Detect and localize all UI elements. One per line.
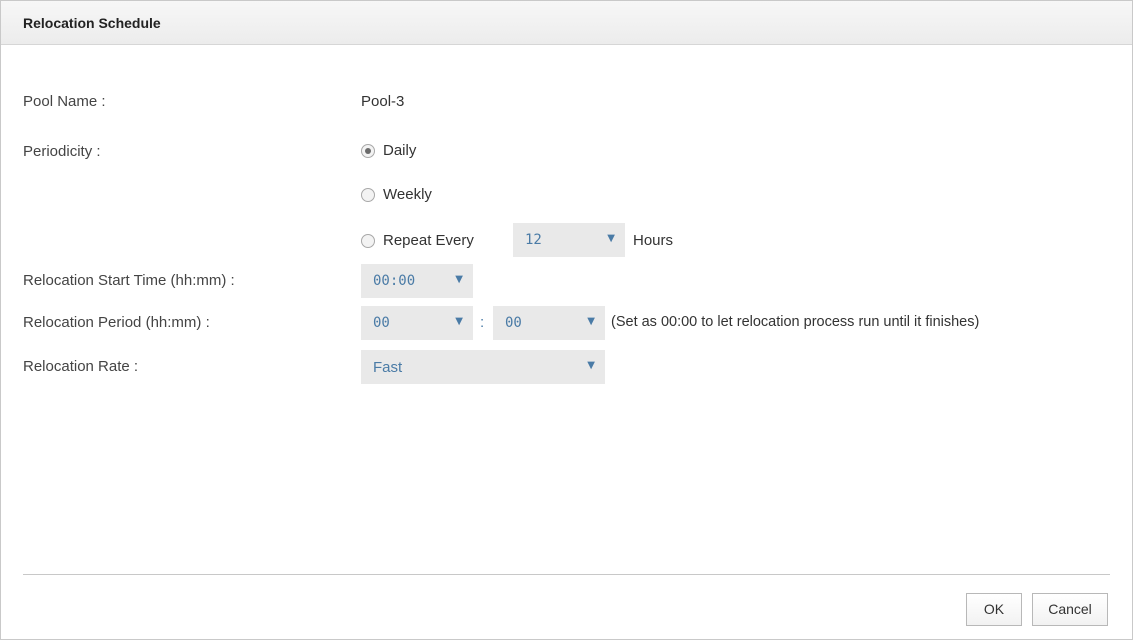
period-minutes-select[interactable]: 00 ▼ [493,306,605,340]
repeat-every-radio-label: Repeat Every [383,232,474,249]
period-hours-value: 00 [373,315,390,331]
chevron-down-icon: ▼ [587,360,595,371]
repeat-hours-unit: Hours [633,232,674,249]
relocation-schedule-dialog: Relocation Schedule Pool Name : Pool-3 P… [0,0,1133,640]
chevron-down-icon: ▼ [607,233,615,244]
chevron-down-icon: ▼ [587,316,595,327]
daily-radio-label: Daily [383,142,417,159]
cancel-button[interactable]: Cancel [1032,593,1108,626]
repeat-hours-select[interactable]: 12 ▼ [513,223,625,257]
periodicity-label: Periodicity : [23,143,101,160]
period-hint: (Set as 00:00 to let relocation process … [611,314,980,330]
start-time-value: 00:00 [373,273,416,289]
periodicity-weekly-option[interactable]: Weekly [361,186,432,203]
repeat-hours-value: 12 [525,232,542,248]
weekly-radio-label: Weekly [383,186,432,203]
period-hours-select[interactable]: 00 ▼ [361,306,473,340]
periodicity-repeat-option[interactable]: Repeat Every [361,232,474,249]
rate-value: Fast [373,359,403,376]
dialog-titlebar: Relocation Schedule [1,1,1132,45]
pool-name-value: Pool-3 [361,93,405,110]
start-time-label: Relocation Start Time (hh:mm) : [23,272,235,289]
footer-divider [23,574,1110,575]
period-minutes-value: 00 [505,315,522,331]
ok-button[interactable]: OK [966,593,1022,626]
chevron-down-icon: ▼ [455,316,463,327]
rate-label: Relocation Rate : [23,358,139,375]
start-time-select[interactable]: 00:00 ▼ [361,264,473,298]
chevron-down-icon: ▼ [455,274,463,285]
weekly-radio[interactable] [361,187,375,202]
pool-name-label: Pool Name : [23,93,106,110]
repeat-every-radio[interactable] [361,233,375,248]
periodicity-daily-option[interactable]: Daily [361,142,416,159]
dialog-title: Relocation Schedule [23,15,161,31]
rate-select[interactable]: Fast ▼ [361,350,605,384]
period-separator: : [480,314,485,331]
daily-radio[interactable] [361,143,375,158]
period-label: Relocation Period (hh:mm) : [23,314,210,331]
